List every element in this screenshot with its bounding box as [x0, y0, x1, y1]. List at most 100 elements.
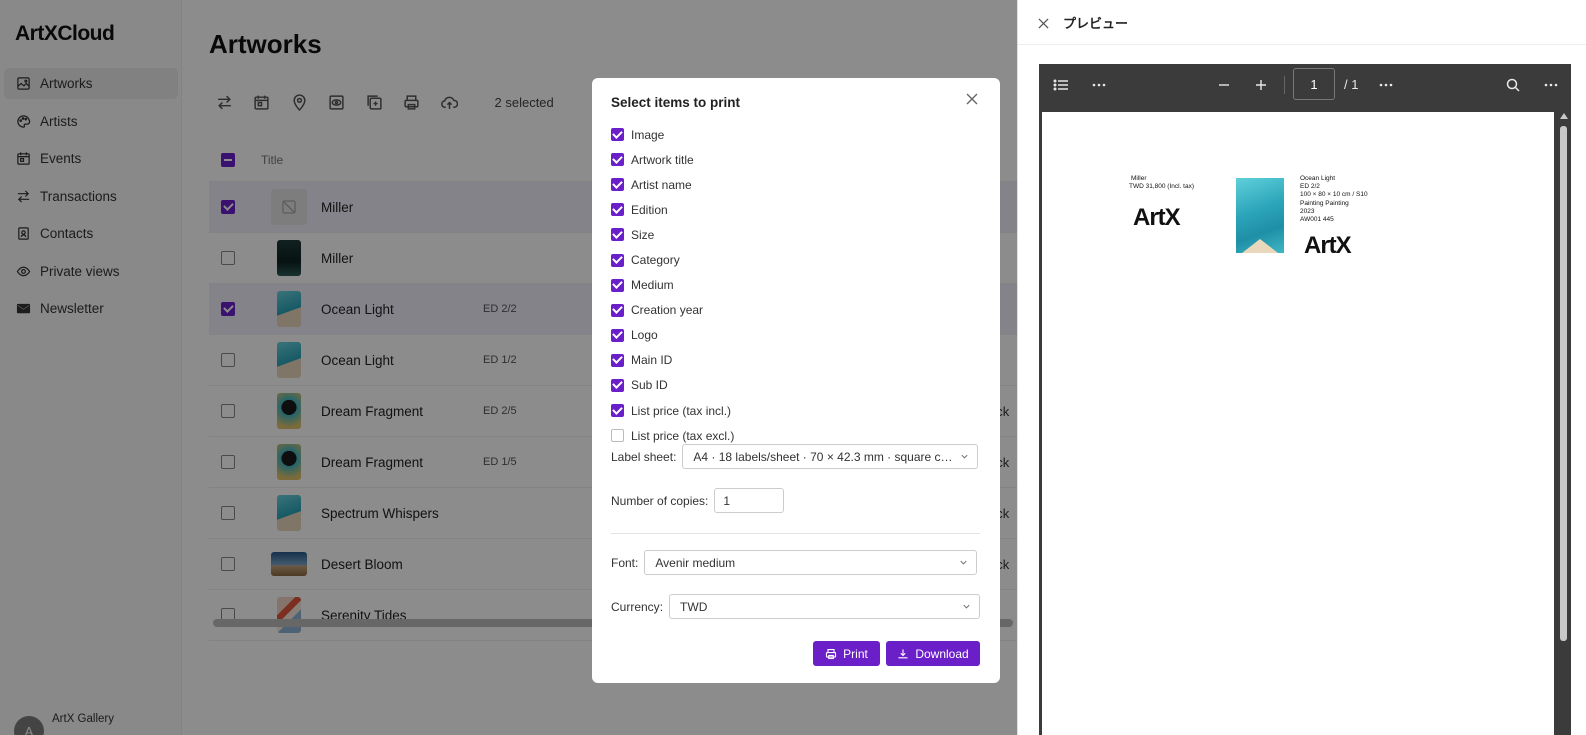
option-label: Size [631, 227, 655, 242]
download-button[interactable]: Download [886, 641, 980, 666]
label-sheet-select[interactable]: A4 · 18 labels/sheet · 70 × 42.3 mm · sq… [682, 444, 979, 469]
more-icon[interactable] [1376, 75, 1396, 95]
print-icon [826, 648, 837, 659]
option-checkbox[interactable] [611, 353, 624, 367]
label1-text: Miller TWD 31,800 (Incl. tax) [1129, 175, 1194, 191]
close-icon[interactable] [965, 92, 979, 106]
print-options: Image Artwork title Artist name Edition Size… [611, 122, 734, 448]
option-checkbox[interactable] [611, 404, 624, 418]
option-label: List price (tax incl.) [631, 403, 732, 418]
option-checkbox[interactable] [611, 128, 624, 142]
copies-field: Number of copies: 1 [611, 488, 785, 513]
option-checkbox[interactable] [611, 429, 624, 443]
print-option-logo[interactable]: Logo [611, 323, 734, 348]
label-sheet-label: Label sheet [611, 449, 674, 464]
option-label: Medium [631, 278, 674, 293]
option-label: Main ID [631, 353, 673, 368]
pdf-viewer: 1 / 1 Miller TWD 31,800 (Incl. tax) ArtX [1039, 64, 1571, 735]
print-button-label: Print [843, 646, 868, 661]
app-window: ArtXCloud Artworks Artists Events Transacti… [0, 0, 1017, 735]
scroll-up-arrow[interactable] [1560, 113, 1568, 119]
label2-text: Ocean Light ED 2/2 100 × 80 × 10 cm / S1… [1300, 175, 1368, 224]
option-label: Creation year [631, 303, 704, 318]
option-label: Logo [631, 328, 658, 343]
copies-input[interactable]: 1 [714, 488, 785, 513]
pdf-toolbar: 1 / 1 [1039, 64, 1571, 106]
label2-line: Ocean Light [1300, 175, 1336, 182]
currency-value: TWD [680, 599, 708, 614]
font-label: Font [611, 555, 636, 570]
option-checkbox[interactable] [611, 278, 624, 292]
option-label: Artist name [631, 177, 692, 192]
print-option-sub-id[interactable]: Sub ID [611, 373, 734, 398]
option-checkbox[interactable] [611, 253, 624, 267]
option-checkbox[interactable] [611, 203, 624, 217]
chevron-down-icon [961, 454, 968, 459]
option-checkbox[interactable] [611, 328, 624, 342]
print-dialog: Select items to print Image Artwork title… [592, 78, 1000, 683]
currency-label: Currency [611, 599, 660, 614]
page-total: / 1 [1344, 77, 1359, 92]
label-sheet-value: A4 · 18 labels/sheet · 70 × 42.3 mm · sq… [693, 449, 961, 464]
download-icon [898, 649, 908, 658]
more-icon[interactable] [1541, 75, 1561, 95]
print-option-medium[interactable]: Medium [611, 273, 734, 298]
preview-panel: プレビュー 1 / 1 Miller TWD 31,800 (Incl. tax… [1017, 0, 1586, 735]
label-sheet-field: Label sheet: A4 · 18 labels/sheet · 70 ×… [611, 444, 979, 469]
pdf-page: Miller TWD 31,800 (Incl. tax) ArtX Ocean… [1042, 112, 1554, 735]
zoom-out-icon[interactable] [1214, 75, 1234, 95]
chevron-down-icon [963, 604, 970, 609]
label1-line: TWD 31,800 (Incl. tax) [1129, 183, 1195, 191]
print-option-creation-year[interactable]: Creation year [611, 298, 734, 323]
print-option-category[interactable]: Category [611, 247, 734, 272]
option-checkbox[interactable] [611, 378, 624, 392]
page-number-input[interactable]: 1 [1293, 68, 1335, 100]
option-checkbox[interactable] [611, 153, 624, 167]
option-checkbox[interactable] [611, 228, 624, 242]
print-option-edition[interactable]: Edition [611, 197, 734, 222]
option-label: Artwork title [631, 152, 694, 167]
label2-line: 100 × 80 × 10 cm / S10 [1300, 191, 1368, 199]
label1-logo: ArtX [1133, 204, 1181, 231]
option-label: Image [631, 127, 665, 142]
more-icon[interactable] [1089, 75, 1109, 95]
print-button[interactable]: Print [813, 641, 880, 666]
copies-label: Number of copies [611, 493, 706, 508]
font-value: Avenir medium [655, 555, 736, 570]
chevron-down-icon [960, 560, 967, 565]
print-option-size[interactable]: Size [611, 222, 734, 247]
preview-title: プレビュー [1063, 16, 1129, 31]
option-checkbox[interactable] [611, 178, 624, 192]
label2-line: 2023 [1300, 207, 1315, 215]
font-field: Font: Avenir medium [611, 550, 978, 575]
label1-line: Miller [1131, 175, 1147, 182]
option-label: List price (tax excl.) [631, 428, 735, 443]
toolbar-separator [1284, 76, 1285, 94]
font-select[interactable]: Avenir medium [644, 550, 978, 575]
label2-artwork-image [1236, 178, 1284, 253]
outline-icon[interactable] [1051, 75, 1071, 95]
search-icon[interactable] [1503, 75, 1523, 95]
option-label: Category [631, 253, 680, 268]
label2-line: ED 2/2 [1300, 183, 1320, 191]
download-button-label: Download [915, 646, 969, 661]
option-label: Sub ID [631, 378, 668, 393]
zoom-in-icon[interactable] [1251, 75, 1271, 95]
label2-line: Painting Painting [1300, 199, 1349, 207]
divider [611, 533, 980, 534]
label2-line: AW001 445 [1300, 216, 1334, 224]
print-option-list-price-tax-incl[interactable]: List price (tax incl.) [611, 398, 734, 423]
print-option-image[interactable]: Image [611, 122, 734, 147]
scrollbar-thumb[interactable] [1560, 126, 1567, 641]
currency-select[interactable]: TWD [669, 594, 981, 619]
option-checkbox[interactable] [611, 303, 624, 317]
divider [1018, 44, 1586, 45]
print-option-artwork-title[interactable]: Artwork title [611, 147, 734, 172]
label2-logo: ArtX [1304, 232, 1352, 259]
close-icon[interactable] [1038, 16, 1049, 29]
print-option-artist-name[interactable]: Artist name [611, 172, 734, 197]
option-label: Edition [631, 202, 668, 217]
print-option-main-id[interactable]: Main ID [611, 348, 734, 373]
modal-title: Select items to print [611, 95, 741, 110]
currency-field: Currency: TWD [611, 594, 981, 619]
